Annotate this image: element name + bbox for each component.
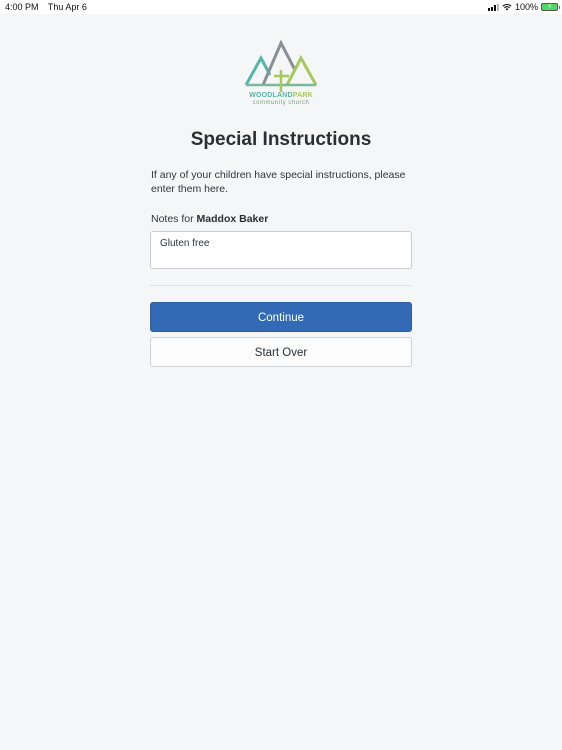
cellular-signal-icon bbox=[487, 3, 499, 11]
notes-label: Notes for Maddox Baker bbox=[151, 213, 268, 225]
logo-word-2: PARK bbox=[292, 92, 313, 99]
page-title: Special Instructions bbox=[190, 129, 372, 150]
child-name: Maddox Baker bbox=[196, 213, 269, 225]
notes-label-prefix: Notes for bbox=[151, 213, 194, 225]
battery-percent: 100% bbox=[514, 2, 538, 12]
status-date: Thu Apr 6 bbox=[47, 2, 87, 12]
status-left: 4:00 PM Thu Apr 6 bbox=[5, 2, 94, 12]
notes-input[interactable]: Gluten free bbox=[150, 231, 412, 269]
logo-wordmark: WOODLANDPARK bbox=[243, 92, 319, 99]
status-time: 4:00 PM bbox=[5, 2, 39, 12]
battery-charging-icon: ⚡ bbox=[541, 2, 560, 11]
status-bar: 4:00 PM Thu Apr 6 100% ⚡ bbox=[0, 0, 562, 14]
start-over-button[interactable]: Start Over bbox=[150, 337, 412, 367]
status-right: 100% ⚡ bbox=[487, 2, 560, 12]
logo-subtitle: community church bbox=[252, 100, 310, 106]
divider bbox=[150, 285, 412, 286]
logo-word-1: WOODLAND bbox=[249, 92, 293, 99]
continue-button[interactable]: Continue bbox=[150, 302, 412, 332]
wifi-icon bbox=[502, 4, 512, 11]
page-description: If any of your children have special ins… bbox=[151, 169, 406, 195]
